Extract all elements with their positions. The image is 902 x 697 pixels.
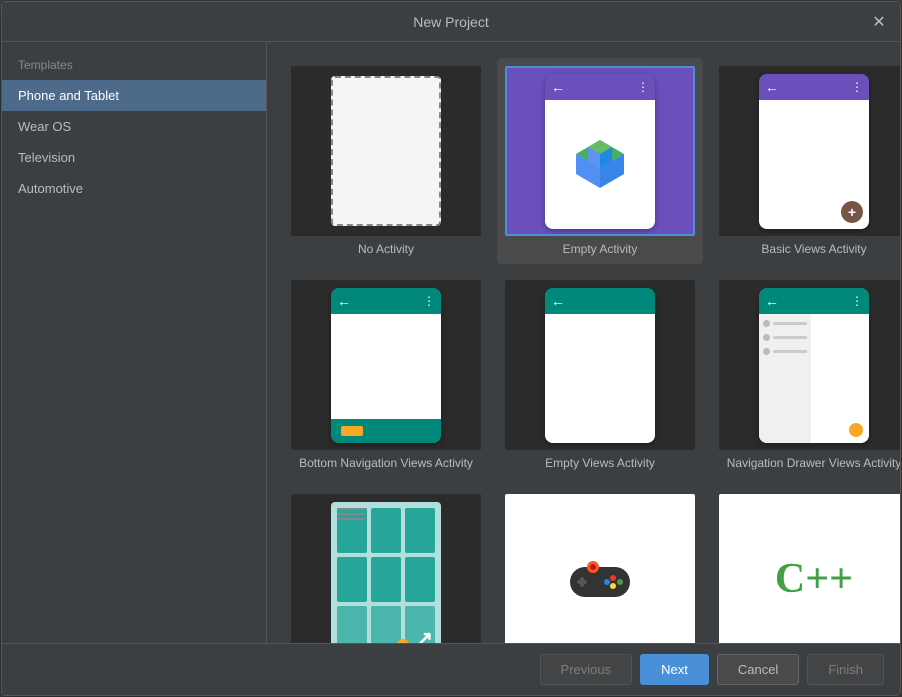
empty-views-label: Empty Views Activity <box>545 456 655 470</box>
no-activity-label: No Activity <box>358 242 414 256</box>
sidebar-item-television[interactable]: Television <box>2 142 266 173</box>
arrow-icon: ↗ <box>416 629 433 644</box>
drawer-fab-dot <box>849 423 863 437</box>
template-nav-drawer[interactable]: ← ⋮ <box>711 272 900 478</box>
template-game-activity[interactable]: Game Activity <box>497 486 703 643</box>
close-button[interactable]: ✕ <box>868 11 890 33</box>
template-no-activity[interactable]: No Activity <box>283 58 489 264</box>
previous-button[interactable]: Previous <box>540 654 633 685</box>
no-activity-preview <box>331 76 441 226</box>
responsive-grid: ↗ <box>331 502 441 644</box>
sidebar-item-phone-tablet[interactable]: Phone and Tablet <box>2 80 266 111</box>
empty-activity-label: Empty Activity <box>563 242 638 256</box>
cpp-preview: C++ <box>759 502 869 644</box>
nav-drawer-preview-wrapper: ← ⋮ <box>719 280 900 450</box>
dialog-body: Templates Phone and Tablet Wear OS Telev… <box>2 42 900 643</box>
native-cpp-preview-wrapper: C++ <box>719 494 900 643</box>
back-icon-basic: ← <box>765 79 779 95</box>
empty-views-phone: ← <box>545 288 655 443</box>
sidebar-item-wear-os[interactable]: Wear OS <box>2 111 266 142</box>
template-basic-views-activity[interactable]: ← ⋮ + Basic Views Activity <box>711 58 900 264</box>
dialog-title: New Project <box>413 14 488 30</box>
bottom-nav-phone: ← ⋮ <box>331 288 441 443</box>
more-icon-basic: ⋮ <box>851 80 863 94</box>
more-icon-drawer: ⋮ <box>851 294 863 308</box>
cpp-label: C++ <box>775 555 853 603</box>
back-arrow-icon: ← <box>551 79 565 95</box>
game-preview <box>545 502 655 644</box>
more-icon-bottom: ⋮ <box>423 294 435 308</box>
more-icon: ⋮ <box>637 80 649 94</box>
template-native-cpp[interactable]: C++ Native C++ <box>711 486 900 643</box>
cube-icon <box>572 136 628 192</box>
finish-button[interactable]: Finish <box>807 654 884 685</box>
bottom-bar <box>331 419 441 443</box>
back-icon-drawer: ← <box>765 293 779 309</box>
empty-activity-phone: ← ⋮ <box>545 74 655 229</box>
nav-drawer-phone: ← ⋮ <box>759 288 869 443</box>
templates-grid: No Activity ← ⋮ <box>267 42 900 643</box>
cancel-button[interactable]: Cancel <box>717 654 799 685</box>
basic-views-label: Basic Views Activity <box>761 242 866 256</box>
template-empty-activity[interactable]: ← ⋮ <box>497 58 703 264</box>
bottom-nav-label: Bottom Navigation Views Activity <box>299 456 473 470</box>
empty-views-preview-wrapper: ← <box>505 280 695 450</box>
fab-icon: + <box>841 201 863 223</box>
new-project-dialog: New Project ✕ Templates Phone and Tablet… <box>1 1 901 696</box>
gamepad-icon <box>565 552 635 607</box>
back-icon-empty-views: ← <box>551 293 565 309</box>
no-activity-preview-wrapper <box>291 66 481 236</box>
sidebar-section-templates: Templates <box>2 54 266 80</box>
sidebar: Templates Phone and Tablet Wear OS Telev… <box>2 42 267 643</box>
game-activity-preview-wrapper <box>505 494 695 643</box>
template-bottom-nav[interactable]: ← ⋮ Bottom Navigation Views Activity <box>283 272 489 478</box>
back-icon-bottom: ← <box>337 293 351 309</box>
basic-views-phone: ← ⋮ + <box>759 74 869 229</box>
nav-drawer-label: Navigation Drawer Views Activity <box>727 456 900 470</box>
template-empty-views[interactable]: ← Empty Views Activity <box>497 272 703 478</box>
responsive-views-preview-wrapper: ↗ <box>291 494 481 643</box>
dialog-footer: Previous Next Cancel Finish <box>2 643 900 695</box>
basic-views-preview-wrapper: ← ⋮ + <box>719 66 900 236</box>
sidebar-item-automotive[interactable]: Automotive <box>2 173 266 204</box>
dialog-title-bar: New Project ✕ <box>2 2 900 42</box>
empty-activity-preview-wrapper: ← ⋮ <box>505 66 695 236</box>
template-responsive-views[interactable]: ↗ Responsive Views Activity <box>283 486 489 643</box>
bottom-nav-preview-wrapper: ← ⋮ <box>291 280 481 450</box>
next-button[interactable]: Next <box>640 654 709 685</box>
